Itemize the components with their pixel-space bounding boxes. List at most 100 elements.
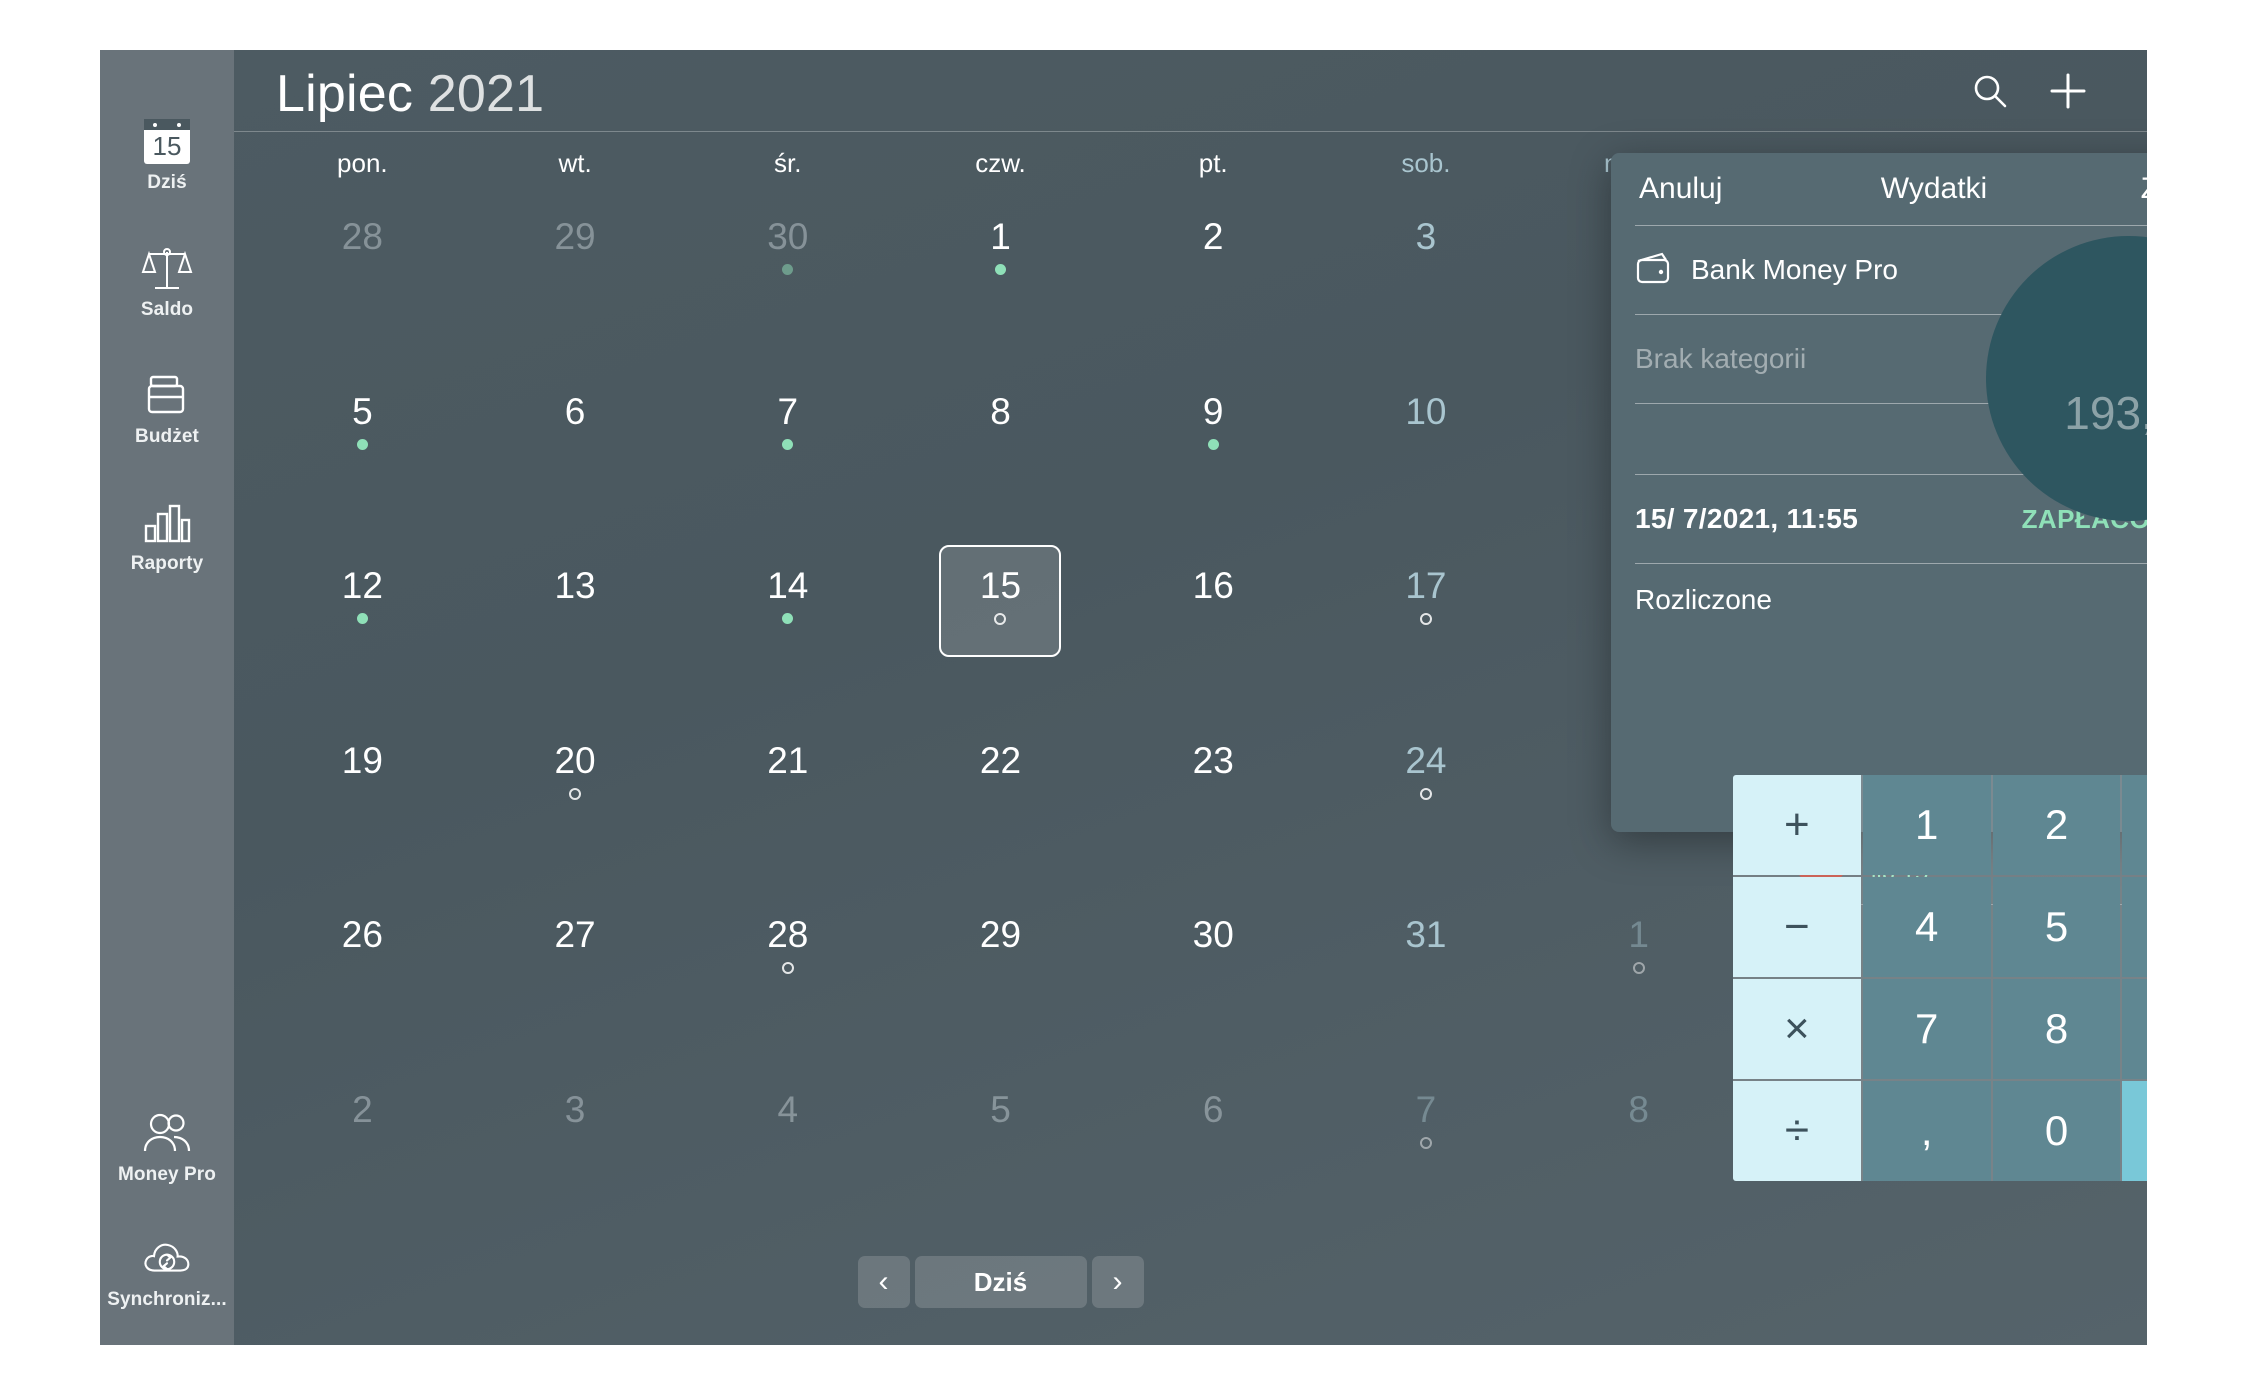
calendar-day-cell[interactable]: 28 [681,892,894,1067]
calendar-day-cell[interactable]: 8 [1532,1067,1745,1242]
save-button[interactable]: Zapisz [2141,172,2147,206]
keypad-key[interactable]: − [1733,877,1861,977]
calendar-day-cell[interactable]: 12 [256,543,469,718]
paid-toggle[interactable]: ZAPŁACONE [2022,500,2147,539]
calendar-day-number: 12 [341,565,383,606]
keypad-key[interactable]: 2 [1992,775,2121,875]
calendar-day-number: 23 [1192,739,1234,781]
calendar-day-cell[interactable]: 6 [469,369,682,544]
calendar-day-number: 3 [1415,216,1437,257]
keypad-key[interactable]: 7 [1862,979,1991,1079]
keypad-key[interactable]: 1 [1862,775,1991,875]
next-month-button[interactable]: › [1091,1256,1144,1308]
calendar-day-cell[interactable]: 6 [1107,1067,1320,1242]
sidebar-item-today[interactable]: 15 Dziś [100,115,234,194]
calendar-day-cell[interactable]: 1 [894,194,1107,369]
settled-field-row[interactable]: Rozliczone [1611,564,2147,636]
calendar-day-cell[interactable]: 27 [469,892,682,1067]
calendar-day-cell[interactable]: 5 [894,1067,1107,1242]
day-event-ring [1419,1136,1432,1149]
keypad-key[interactable]: 9 [2122,979,2147,1079]
sidebar-bottom-group: Money Pro Synchroniz... [100,1107,234,1311]
settled-label: Rozliczone [1635,584,1772,615]
calendar-day-cell[interactable]: 2 [1107,194,1320,369]
keypad-key[interactable]: ← [2122,1081,2147,1181]
calendar-day-cell[interactable]: 29 [894,892,1107,1067]
cloud-sync-icon [141,1232,193,1284]
calendar-day-cell[interactable]: 20 [469,718,682,893]
calendar-day-number: 21 [767,739,809,781]
day-event-dot [782,438,794,450]
keypad-key[interactable]: 4 [1862,877,1991,977]
calendar-day-cell[interactable]: 4 [681,1067,894,1242]
calendar-day-number: 7 [1415,1088,1437,1130]
calendar-day-number: 7 [777,390,799,432]
weekday-header-row: pon.wt.śr.czw.pt.sob.niedz. [256,132,1745,194]
calendar-day-cell[interactable]: 13 [469,543,682,718]
transaction-editor-popup: Anuluj Wydatki Zapisz Bank Money Pro Bra… [1611,153,2147,832]
calendar-day-cell[interactable]: 16 [1107,543,1320,718]
titlebar-actions [1971,70,2107,112]
keypad-key[interactable]: , [1862,1081,1991,1181]
calendar-day-cell[interactable]: 26 [256,892,469,1067]
plus-icon[interactable] [2047,70,2089,112]
keypad-key[interactable]: × [1733,979,1861,1079]
day-event-dot [782,613,794,624]
calendar-day-number: 6 [1202,1088,1224,1130]
sidebar-item-sync[interactable]: Synchroniz... [100,1232,234,1311]
date-field-row[interactable]: 15/ 7/2021, 11:55 ZAPŁACONE [1611,475,2147,563]
sidebar-item-money-pro-label: Money Pro [117,1164,217,1185]
calendar-day-cell[interactable]: 17 [1320,543,1533,718]
keypad-key[interactable]: 0 [1992,1081,2121,1181]
sidebar-item-budget[interactable]: Budżet [100,369,234,448]
cancel-button[interactable]: Anuluj [1639,172,1722,206]
calendar-day-cell[interactable]: 21 [681,718,894,893]
keypad-key[interactable]: 5 [1992,877,2121,977]
account-field-row[interactable]: Bank Money Pro [1611,226,2147,314]
amount-field-row[interactable] [1611,404,2147,474]
sidebar-item-balance[interactable]: Saldo [100,242,234,321]
calendar-day-cell[interactable]: 14 [681,543,894,718]
calendar-day-cell[interactable]: 19 [256,718,469,893]
keypad-key[interactable]: 6 [2122,877,2147,977]
wallet-icon [141,369,193,421]
calendar-day-cell[interactable]: 3 [469,1067,682,1242]
wallet-icon [1635,251,1675,290]
keypad-key[interactable]: 8 [1992,979,2121,1079]
keypad-key[interactable]: ÷ [1733,1081,1861,1181]
popup-header: Anuluj Wydatki Zapisz [1611,153,2147,225]
calendar-day-cell[interactable]: 23 [1107,718,1320,893]
calendar-day-cell[interactable]: 30 [681,194,894,369]
calendar-day-cell[interactable]: 29 [469,194,682,369]
page-title-year: 2021 [427,65,545,123]
day-event-ring [781,962,794,974]
calendar-day-cell[interactable]: 30 [1107,892,1320,1067]
keypad-key[interactable]: + [1733,775,1861,875]
search-icon[interactable] [1971,72,2009,110]
today-button[interactable]: Dziś [914,1256,1087,1308]
sidebar-item-reports[interactable]: Raporty [100,496,234,575]
calendar-day-cell[interactable]: 5 [256,369,469,544]
prev-month-button[interactable]: ‹ [857,1256,910,1308]
category-field-row[interactable]: Brak kategorii [1611,315,2147,403]
calendar-day-cell[interactable]: 24 [1320,718,1533,893]
calendar-day-cell[interactable]: 15 [894,543,1107,718]
calendar-day-cell[interactable]: 2 [256,1067,469,1242]
day-event-ring [569,787,582,800]
keypad-key[interactable]: 3 [2122,775,2147,875]
calendar-day-cell[interactable]: 22 [894,718,1107,893]
calendar-day-cell[interactable]: 8 [894,369,1107,544]
weekday-0: pon. [337,147,388,178]
calendar-day-number: 6 [564,390,586,432]
calendar-day-cell[interactable]: 10 [1320,369,1533,544]
calendar-day-cell[interactable]: 1 [1532,892,1745,1067]
calendar-day-cell[interactable]: 3 [1320,194,1533,369]
calendar-day-cell[interactable]: 31 [1320,892,1533,1067]
balance-scale-icon [141,242,193,294]
calendar-day-cell[interactable]: 7 [681,369,894,544]
calendar-day-cell[interactable]: 9 [1107,369,1320,544]
sidebar-item-money-pro[interactable]: Money Pro [100,1107,234,1186]
day-event-dot [994,264,1006,275]
calendar-day-cell[interactable]: 7 [1320,1067,1533,1242]
calendar-day-cell[interactable]: 28 [256,194,469,369]
